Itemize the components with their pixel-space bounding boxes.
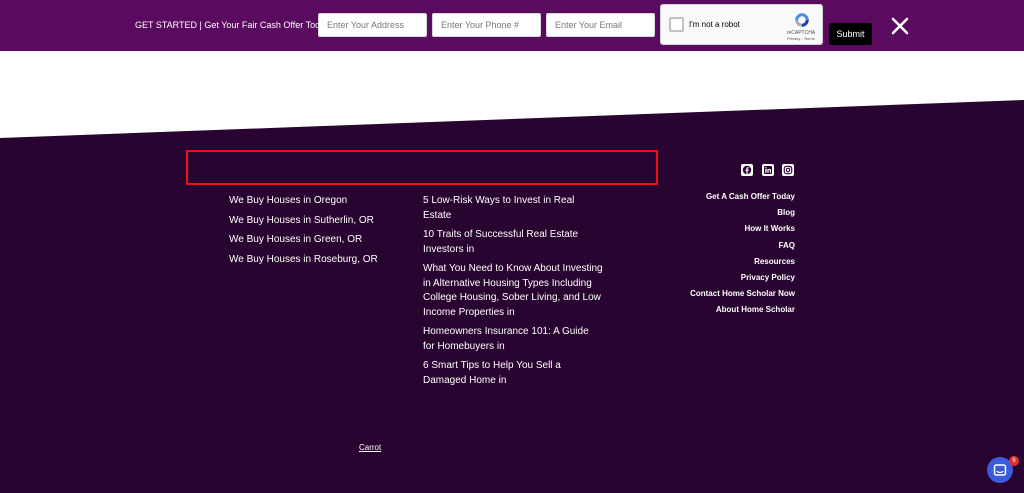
nav-how-it-works[interactable]: How It Works bbox=[660, 221, 795, 237]
email-input[interactable] bbox=[546, 13, 655, 37]
cash-offer-title: GET STARTED | Get Your Fair Cash Offer T… bbox=[135, 20, 330, 30]
blog-post-link[interactable]: 5 Low-Risk Ways to Invest in Real Estate bbox=[423, 194, 603, 223]
page-divider bbox=[0, 51, 1024, 138]
nav-resources[interactable]: Resources bbox=[660, 254, 795, 270]
highlight-box bbox=[186, 150, 658, 185]
nav-about[interactable]: About Home Scholar bbox=[660, 302, 795, 318]
blog-post-link[interactable]: What You Need to Know About Investing in… bbox=[423, 262, 603, 320]
nav-faq[interactable]: FAQ bbox=[660, 238, 795, 254]
submit-button[interactable]: Submit bbox=[829, 23, 872, 45]
linkedin-icon[interactable] bbox=[762, 164, 774, 176]
locations-list: We Buy Houses in Oregon We Buy Houses in… bbox=[229, 194, 378, 272]
blog-posts-list: 5 Low-Risk Ways to Invest in Real Estate… bbox=[423, 194, 603, 393]
nav-blog[interactable]: Blog bbox=[660, 205, 795, 221]
address-input[interactable] bbox=[318, 13, 427, 37]
chat-badge: 6 bbox=[1009, 456, 1019, 466]
footer-nav: Get A Cash Offer Today Blog How It Works… bbox=[660, 189, 795, 319]
blog-post-link[interactable]: Homeowners Insurance 101: A Guide for Ho… bbox=[423, 325, 603, 354]
phone-input[interactable] bbox=[432, 13, 541, 37]
recaptcha-widget: I'm not a robot reCAPTCHA Privacy - Term… bbox=[660, 4, 823, 45]
cash-offer-bar: GET STARTED | Get Your Fair Cash Offer T… bbox=[0, 0, 1024, 51]
close-icon[interactable] bbox=[889, 15, 911, 37]
recaptcha-terms-link[interactable]: Privacy - Terms bbox=[779, 36, 823, 41]
location-link[interactable]: We Buy Houses in Roseburg, OR bbox=[229, 253, 378, 268]
facebook-icon[interactable] bbox=[741, 164, 753, 176]
recaptcha-label: I'm not a robot bbox=[689, 20, 740, 29]
location-link[interactable]: We Buy Houses in Oregon bbox=[229, 194, 378, 209]
recaptcha-logo-icon bbox=[795, 13, 809, 27]
blog-post-link[interactable]: 10 Traits of Successful Real Estate Inve… bbox=[423, 228, 603, 257]
location-link[interactable]: We Buy Houses in Green, OR bbox=[229, 233, 378, 248]
carrot-credit-link[interactable]: Carrot bbox=[359, 443, 381, 452]
nav-privacy-policy[interactable]: Privacy Policy bbox=[660, 270, 795, 286]
instagram-icon[interactable] bbox=[782, 164, 794, 176]
nav-get-cash-offer[interactable]: Get A Cash Offer Today bbox=[660, 189, 795, 205]
recaptcha-checkbox[interactable] bbox=[669, 17, 684, 32]
blog-post-link[interactable]: 6 Smart Tips to Help You Sell a Damaged … bbox=[423, 359, 603, 388]
nav-contact[interactable]: Contact Home Scholar Now bbox=[660, 286, 795, 302]
location-link[interactable]: We Buy Houses in Sutherlin, OR bbox=[229, 214, 378, 229]
